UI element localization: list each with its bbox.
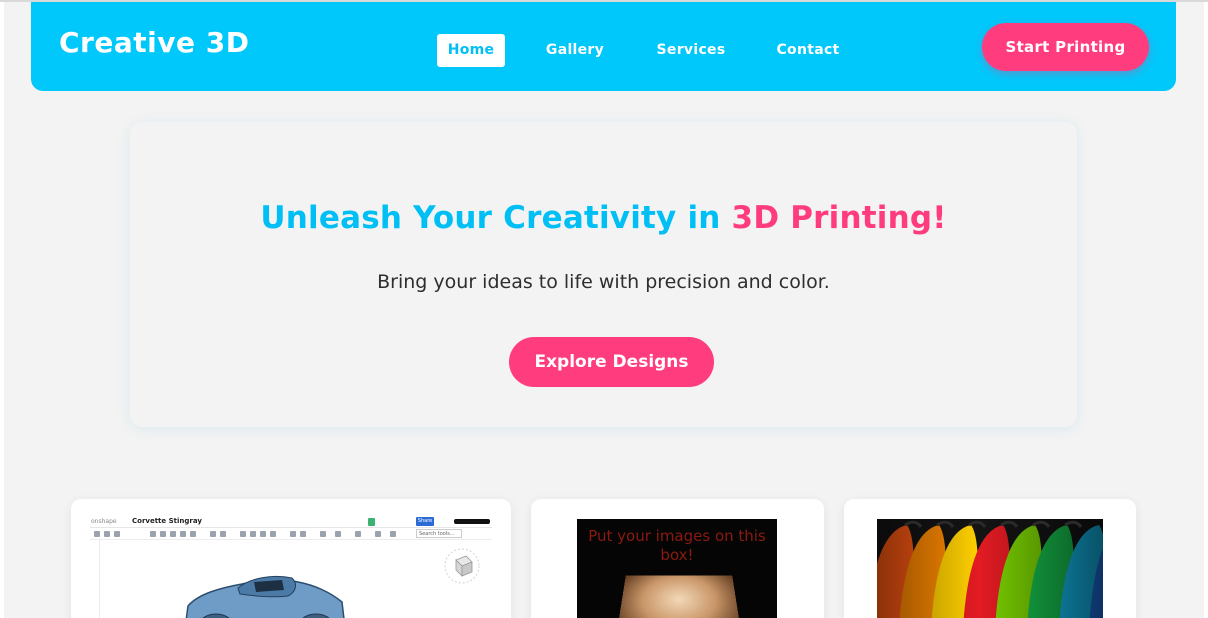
navbar: Creative 3D Home Gallery Services Contac… (31, 2, 1176, 91)
cad-tool-icon (355, 531, 361, 537)
cad-tool-icon (250, 531, 256, 537)
gallery-card-lightbox[interactable]: Put your images on this box! (531, 499, 824, 618)
cad-tool-icon (290, 531, 296, 537)
lightbox-overlay-text: Put your images on this box! (588, 527, 766, 564)
cad-tool-icon (220, 531, 226, 537)
cad-tool-icon (240, 531, 246, 537)
cad-tool-icon (114, 531, 120, 537)
cad-tool-icon (375, 531, 381, 537)
cad-app-logo: onshape (91, 518, 117, 525)
view-cube-icon (444, 548, 480, 584)
hero-title: Unleash Your Creativity in 3D Printing! (130, 200, 1077, 236)
cad-share-button: Share (416, 517, 434, 526)
cad-tool-icon (390, 531, 396, 537)
explore-designs-button[interactable]: Explore Designs (509, 337, 714, 387)
cad-tool-icon (335, 531, 341, 537)
cad-tool-icon (190, 531, 196, 537)
cad-model-screenshot: onshape Corvette Stingray Share Search t… (90, 516, 492, 618)
brand-logo[interactable]: Creative 3D (59, 26, 249, 59)
cad-tool-icon (94, 531, 100, 537)
car-model-render (185, 575, 345, 618)
cad-tool-icon (104, 531, 110, 537)
cad-tool-icon (260, 531, 266, 537)
lightbox-glow (615, 575, 743, 618)
gallery-card-filament[interactable] (844, 499, 1136, 618)
cad-tool-icon (150, 531, 156, 537)
nav-link-home[interactable]: Home (437, 34, 505, 67)
nav-link-contact[interactable]: Contact (766, 34, 850, 67)
start-printing-button[interactable]: Start Printing (982, 23, 1149, 71)
gallery-card-cad[interactable]: onshape Corvette Stingray Share Search t… (71, 499, 511, 618)
hero-title-main: Unleash Your Creativity in (260, 200, 732, 236)
cad-side-toolbar (90, 540, 100, 618)
lightbox-photo: Put your images on this box! (577, 519, 777, 618)
hero-section: Unleash Your Creativity in 3D Printing! … (130, 122, 1077, 427)
cad-toolbar: Search tools... (90, 528, 492, 540)
cad-status-icon (368, 518, 375, 526)
cad-tool-icon (180, 531, 186, 537)
cad-tool-icon (300, 531, 306, 537)
cad-document-title: Corvette Stingray (132, 517, 202, 525)
cad-search-input: Search tools... (416, 529, 462, 538)
cad-tool-icon (320, 531, 326, 537)
hero-subtitle: Bring your ideas to life with precision … (377, 271, 830, 293)
cad-tool-icon (270, 531, 276, 537)
nav-link-gallery[interactable]: Gallery (534, 34, 616, 67)
cad-header: onshape Corvette Stingray Share (90, 516, 492, 528)
filament-spools-photo (877, 519, 1103, 618)
cad-tool-icon (170, 531, 176, 537)
nav-link-services[interactable]: Services (646, 34, 736, 67)
filament-spools-illustration (877, 519, 1103, 618)
cad-tool-icon (160, 531, 166, 537)
cad-user-bar (454, 519, 490, 524)
hero-title-accent: 3D Printing! (731, 200, 947, 236)
cad-tool-icon (210, 531, 216, 537)
